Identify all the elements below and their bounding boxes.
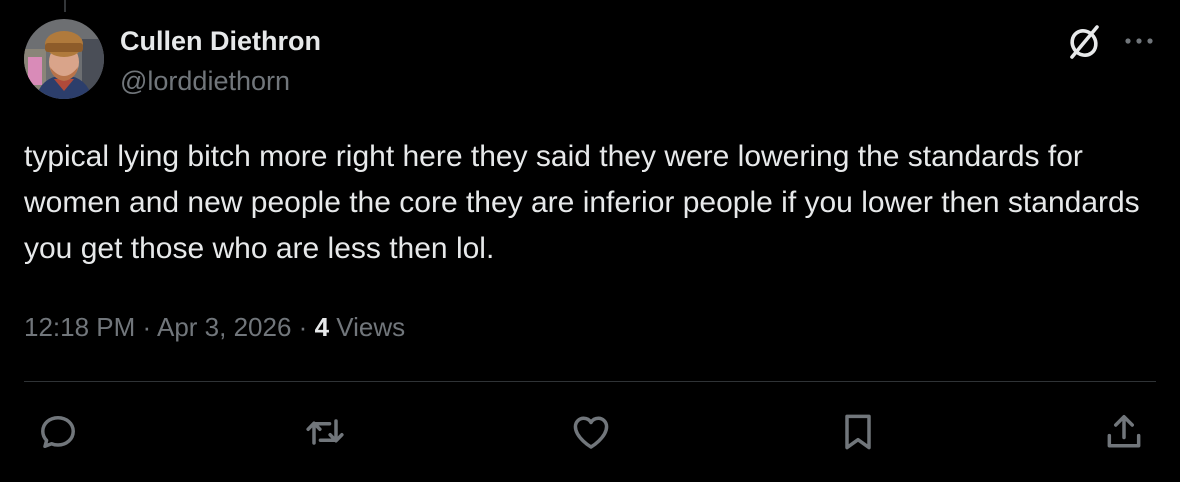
meta-separator: · bbox=[142, 312, 152, 342]
grok-icon[interactable] bbox=[1064, 22, 1104, 62]
divider bbox=[24, 381, 1156, 382]
meta-separator: · bbox=[298, 312, 308, 342]
tweet-date[interactable]: Apr 3, 2026 bbox=[157, 312, 291, 342]
heart-icon bbox=[573, 416, 609, 449]
bookmark-icon bbox=[845, 414, 871, 450]
share-icon bbox=[1107, 415, 1141, 448]
thread-connector-line bbox=[64, 0, 66, 12]
retweet-button[interactable] bbox=[303, 410, 347, 454]
share-button[interactable] bbox=[1102, 410, 1146, 454]
avatar[interactable] bbox=[24, 19, 104, 99]
tweet-meta: 12:18 PM · Apr 3, 2026 · 4 Views bbox=[24, 310, 405, 344]
views-count: 4 bbox=[314, 312, 330, 342]
tweet-text: typical lying bitch more right here they… bbox=[24, 140, 1140, 265]
more-options-icon[interactable] bbox=[1122, 26, 1156, 56]
like-button[interactable] bbox=[569, 410, 613, 454]
reply-icon bbox=[41, 415, 75, 449]
bookmark-button[interactable] bbox=[836, 410, 880, 454]
author-display-name[interactable]: Cullen Diethron bbox=[120, 24, 321, 58]
author-handle[interactable]: @lorddiethorn bbox=[120, 64, 290, 98]
views-label: Views bbox=[336, 312, 406, 342]
user-avatar-photo bbox=[24, 19, 104, 99]
reply-button[interactable] bbox=[36, 410, 80, 454]
tweet-time[interactable]: 12:18 PM bbox=[24, 312, 135, 342]
retweet-icon bbox=[306, 419, 344, 445]
